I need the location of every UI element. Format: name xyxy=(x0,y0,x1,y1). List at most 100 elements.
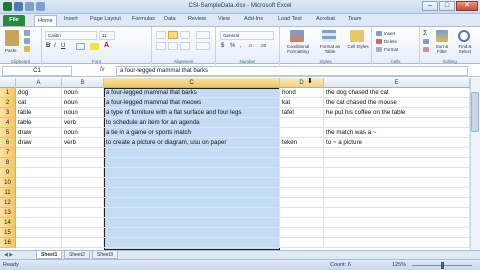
column-header-d[interactable]: D xyxy=(280,78,324,88)
row-header-7[interactable]: 7 xyxy=(0,148,16,158)
tab-insert[interactable]: Insert xyxy=(64,16,78,22)
tab-formulas[interactable]: Formulas xyxy=(132,16,155,22)
row-header-12[interactable]: 12 xyxy=(0,198,16,208)
format-as-table-icon[interactable] xyxy=(322,30,336,42)
currency-icon[interactable]: $ xyxy=(221,43,224,49)
cell-b14[interactable] xyxy=(62,218,104,228)
percent-icon[interactable]: % xyxy=(230,43,235,49)
row-header-5[interactable]: 5 xyxy=(0,128,16,138)
sheet-tab-sheet2[interactable]: Sheet2 xyxy=(64,251,90,259)
number-format-select[interactable]: General xyxy=(220,31,274,40)
cell-e13[interactable] xyxy=(324,208,470,218)
increase-decimal-icon[interactable]: .0 xyxy=(248,43,252,48)
italic-icon[interactable]: I xyxy=(54,43,56,49)
sort-filter-label[interactable]: Sort & Filter xyxy=(432,44,452,54)
cell-c2[interactable]: a four-legged mammal that meows xyxy=(104,98,280,108)
insert-cells-icon[interactable] xyxy=(376,31,382,36)
tab-acrobat[interactable]: Acrobat xyxy=(316,16,335,22)
format-painter-icon[interactable] xyxy=(24,46,30,52)
cell-b2[interactable]: noun xyxy=(62,98,104,108)
row-header-9[interactable]: 9 xyxy=(0,168,16,178)
cell-d5[interactable] xyxy=(280,128,324,138)
tab-team[interactable]: Team xyxy=(348,16,361,22)
row-header-14[interactable]: 14 xyxy=(0,218,16,228)
cell-d4[interactable] xyxy=(280,118,324,128)
row-header-16[interactable]: 16 xyxy=(0,238,16,248)
cell-d3[interactable]: tafel xyxy=(280,108,324,118)
row-header-6[interactable]: 6 xyxy=(0,138,16,148)
paste-label[interactable]: Paste xyxy=(5,48,17,53)
borders-icon[interactable] xyxy=(76,43,85,50)
cell-a11[interactable] xyxy=(16,188,62,198)
wrap-text-icon[interactable] xyxy=(196,31,210,39)
zoom-level[interactable]: 125% xyxy=(392,262,406,268)
cell-d13[interactable] xyxy=(280,208,324,218)
autosum-icon[interactable]: Σ xyxy=(423,30,427,37)
delete-cells-icon[interactable] xyxy=(376,39,382,44)
cell-c4[interactable]: to schedule an item for an agenda xyxy=(104,118,280,128)
cell-d12[interactable] xyxy=(280,198,324,208)
cell-d9[interactable] xyxy=(280,168,324,178)
align-center-icon[interactable] xyxy=(168,42,178,50)
cell-a15[interactable] xyxy=(16,228,62,238)
cell-b4[interactable]: verb xyxy=(62,118,104,128)
tab-add-ins[interactable]: Add-Ins xyxy=(244,16,263,22)
cell-e3[interactable]: he put his coffee on the table xyxy=(324,108,470,118)
bold-icon[interactable]: B xyxy=(46,43,50,49)
cell-a16[interactable] xyxy=(16,238,62,248)
cell-e4[interactable] xyxy=(324,118,470,128)
tab-data[interactable]: Data xyxy=(164,16,176,22)
cell-b10[interactable] xyxy=(62,178,104,188)
column-header-a[interactable]: A xyxy=(16,78,62,88)
insert-function-icon[interactable]: fx xyxy=(100,67,105,73)
clear-icon[interactable] xyxy=(423,47,429,52)
cell-c1[interactable]: a four-legged mammal that barks xyxy=(104,88,280,98)
cell-b11[interactable] xyxy=(62,188,104,198)
select-all-corner[interactable] xyxy=(0,78,16,88)
cell-b8[interactable] xyxy=(62,158,104,168)
row-header-4[interactable]: 4 xyxy=(0,118,16,128)
copy-icon[interactable] xyxy=(24,38,30,44)
row-header-15[interactable]: 15 xyxy=(0,228,16,238)
tab-load-test[interactable]: Load Test xyxy=(278,16,302,22)
cell-b6[interactable]: verb xyxy=(62,138,104,148)
cell-e1[interactable]: the dog chased the cat xyxy=(324,88,470,98)
cell-b3[interactable]: noun xyxy=(62,108,104,118)
cell-a2[interactable]: cat xyxy=(16,98,62,108)
underline-icon[interactable]: U xyxy=(61,43,65,49)
cell-d16[interactable] xyxy=(280,238,324,248)
cell-d15[interactable] xyxy=(280,228,324,238)
cell-d10[interactable] xyxy=(280,178,324,188)
conditional-formatting-icon[interactable] xyxy=(290,30,304,42)
cell-b5[interactable]: noun xyxy=(62,128,104,138)
cell-b1[interactable]: noun xyxy=(62,88,104,98)
row-header-2[interactable]: 2 xyxy=(0,98,16,108)
font-color-icon[interactable]: A xyxy=(104,42,109,49)
cell-d14[interactable] xyxy=(280,218,324,228)
align-top-icon[interactable] xyxy=(156,31,166,39)
row-header-13[interactable]: 13 xyxy=(0,208,16,218)
formula-input[interactable]: a four-legged mammal that barks xyxy=(116,66,468,76)
fill-icon[interactable] xyxy=(423,39,429,44)
align-left-icon[interactable] xyxy=(156,42,166,50)
find-select-label[interactable]: Find & Select xyxy=(453,44,477,54)
comma-style-icon[interactable]: , xyxy=(240,43,242,49)
cell-e6[interactable]: to ~ a picture xyxy=(324,138,470,148)
cell-e10[interactable] xyxy=(324,178,470,188)
cell-a12[interactable] xyxy=(16,198,62,208)
cell-b9[interactable] xyxy=(62,168,104,178)
cell-c12[interactable] xyxy=(104,198,280,208)
tab-page-layout[interactable]: Page Layout xyxy=(90,16,121,22)
insert-label[interactable]: Insert xyxy=(384,31,395,36)
cell-b13[interactable] xyxy=(62,208,104,218)
cell-c6[interactable]: to create a picture or diagram, usu on p… xyxy=(104,138,280,148)
cell-styles-label[interactable]: Cell Styles xyxy=(346,44,370,49)
cell-d7[interactable] xyxy=(280,148,324,158)
column-header-b[interactable]: B xyxy=(62,78,104,88)
align-bottom-icon[interactable] xyxy=(180,31,190,39)
font-name-select[interactable]: Calibri xyxy=(45,31,97,40)
align-right-icon[interactable] xyxy=(180,42,190,50)
cell-c5[interactable]: a tie in a game or sports match xyxy=(104,128,280,138)
format-label[interactable]: Format xyxy=(384,47,398,52)
cell-a8[interactable] xyxy=(16,158,62,168)
